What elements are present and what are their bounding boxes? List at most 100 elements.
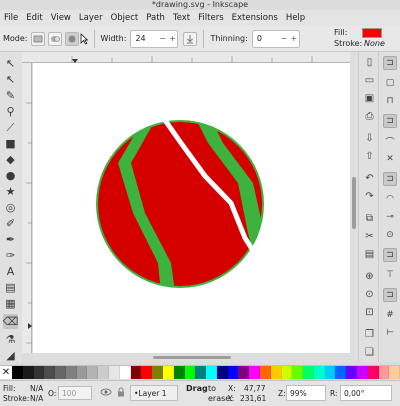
tweak-icon[interactable]: ✎ <box>3 88 18 103</box>
palette-swatch[interactable] <box>76 366 88 379</box>
measure-icon[interactable]: ⟋ <box>3 120 18 135</box>
3dbox-icon[interactable]: ◆ <box>3 152 18 167</box>
menu-help[interactable]: Help <box>286 13 305 23</box>
palette-swatch[interactable] <box>259 366 271 379</box>
zoom-icon[interactable]: ⚲ <box>3 104 18 119</box>
palette-swatch[interactable] <box>357 366 368 379</box>
export-icon[interactable]: ⇧ <box>363 150 376 163</box>
mode-cut-button[interactable] <box>47 31 62 46</box>
palette-swatch[interactable] <box>270 366 282 379</box>
snap-bbox-icon[interactable]: ▢ <box>383 76 397 90</box>
snap-text-baseline-icon[interactable]: ⊤ <box>383 268 397 282</box>
palette-swatch[interactable] <box>141 366 153 379</box>
snap-cusp-icon[interactable]: ⊐ <box>383 172 397 186</box>
no-paint-swatch[interactable]: ✕ <box>0 366 12 379</box>
snap-page-icon[interactable]: ⊐ <box>383 288 397 302</box>
palette-swatch[interactable] <box>152 366 163 379</box>
thinning-increment-button[interactable]: + <box>289 34 299 43</box>
vertical-scrollbar[interactable] <box>350 52 358 362</box>
menu-text[interactable]: Text <box>173 13 190 23</box>
mode-delete-objects-button[interactable] <box>30 31 45 46</box>
snap-guide-icon[interactable]: ⊢ <box>383 326 397 340</box>
palette-swatch[interactable] <box>130 366 142 379</box>
menu-edit[interactable]: Edit <box>26 13 42 23</box>
width-increment-button[interactable]: + <box>167 34 177 43</box>
palette-swatch[interactable] <box>378 366 390 379</box>
palette-swatch[interactable] <box>389 366 400 379</box>
thinning-spinbox[interactable]: 0 − + <box>251 29 300 48</box>
palette-swatch[interactable] <box>12 366 23 379</box>
palette-swatch[interactable] <box>33 366 45 379</box>
palette-swatch[interactable] <box>238 366 250 379</box>
undo-icon[interactable]: ↶ <box>363 172 376 185</box>
palette-swatch[interactable] <box>206 366 217 379</box>
palette-swatch[interactable] <box>303 366 314 379</box>
menu-path[interactable]: Path <box>146 13 165 23</box>
rect-icon[interactable]: ■ <box>3 136 18 151</box>
cut-icon[interactable]: ✂ <box>363 230 376 243</box>
palette-swatch[interactable] <box>184 366 196 379</box>
star-icon[interactable]: ★ <box>3 184 18 199</box>
red-slices[interactable] <box>73 103 293 313</box>
snap-bbox-edge-icon[interactable]: ⊓ <box>383 94 397 108</box>
mode-clip-button[interactable] <box>64 31 79 46</box>
drawing-canvas[interactable] <box>33 63 350 353</box>
palette-swatch[interactable] <box>227 366 239 379</box>
open-icon[interactable]: ▭ <box>363 74 376 87</box>
horizontal-scroll-thumb[interactable] <box>153 356 231 359</box>
snap-smooth-icon[interactable]: ◠ <box>383 192 397 206</box>
text-icon[interactable]: A <box>3 264 18 279</box>
palette-swatch[interactable] <box>22 366 34 379</box>
palette-swatch[interactable] <box>346 366 357 379</box>
palette-swatch[interactable] <box>55 366 66 379</box>
width-spinbox[interactable]: 24 − + <box>130 29 179 48</box>
selector-icon[interactable]: ↖ <box>3 56 18 71</box>
palette-swatch[interactable] <box>87 366 99 379</box>
horizontal-ruler[interactable] <box>22 52 350 63</box>
menu-object[interactable]: Object <box>111 13 139 23</box>
node-icon[interactable]: ↖ <box>3 72 18 87</box>
dropper-icon[interactable]: ⚗ <box>3 332 18 347</box>
zoom-field[interactable]: 99% <box>286 385 326 401</box>
vertical-ruler[interactable] <box>22 63 32 353</box>
layer-lock-icon[interactable] <box>116 387 126 399</box>
thinning-value[interactable]: 0 <box>253 34 279 43</box>
menu-layer[interactable]: Layer <box>79 13 103 23</box>
layer-dropdown[interactable]: •Layer 1 <box>130 385 178 401</box>
palette-swatch[interactable] <box>324 366 336 379</box>
layer-visibility-icon[interactable] <box>100 387 112 399</box>
zoom-selection-icon[interactable]: ⊕ <box>363 270 376 283</box>
palette-swatch[interactable] <box>249 366 260 379</box>
drawing-svg[interactable] <box>33 63 350 353</box>
menu-view[interactable]: View <box>51 13 71 23</box>
width-decrement-button[interactable]: − <box>157 34 167 43</box>
palette-swatch[interactable] <box>335 366 347 379</box>
palette-swatch[interactable] <box>98 366 110 379</box>
ellipse-icon[interactable]: ● <box>3 168 18 183</box>
snap-midpoint-icon[interactable]: ⊸ <box>383 210 397 224</box>
zoom-page-icon[interactable]: ⊡ <box>363 306 376 319</box>
spiral-icon[interactable]: ◎ <box>3 200 18 215</box>
snap-grid-icon[interactable]: # <box>383 308 397 322</box>
palette-swatch[interactable] <box>313 366 325 379</box>
fill-swatch[interactable] <box>362 28 382 38</box>
pressure-button[interactable] <box>183 31 198 46</box>
palette-swatch[interactable] <box>109 366 120 379</box>
snap-others-icon[interactable]: ⊐ <box>383 248 397 262</box>
zoom-drawing-icon[interactable]: ⊙ <box>363 288 376 301</box>
rotation-field[interactable]: 0,00° <box>340 385 392 401</box>
duplicate-icon[interactable]: ❐ <box>363 328 376 341</box>
print-icon[interactable]: ⎙ <box>363 110 376 123</box>
calligraphy-icon[interactable]: ✑ <box>3 248 18 263</box>
menu-extensions[interactable]: Extensions <box>232 13 278 23</box>
new-document-icon[interactable]: ▯ <box>363 56 376 69</box>
palette-swatch[interactable] <box>44 366 56 379</box>
palette-swatch[interactable] <box>367 366 379 379</box>
palette-swatch[interactable] <box>162 366 174 379</box>
paste-icon[interactable]: ▤ <box>363 248 376 261</box>
style-indicator[interactable]: Fill: Stroke: None <box>334 26 396 52</box>
menu-file[interactable]: File <box>4 13 18 23</box>
horizontal-scrollbar[interactable] <box>33 353 350 362</box>
opacity-field[interactable]: 100 <box>58 386 92 400</box>
palette-swatch[interactable] <box>292 366 304 379</box>
